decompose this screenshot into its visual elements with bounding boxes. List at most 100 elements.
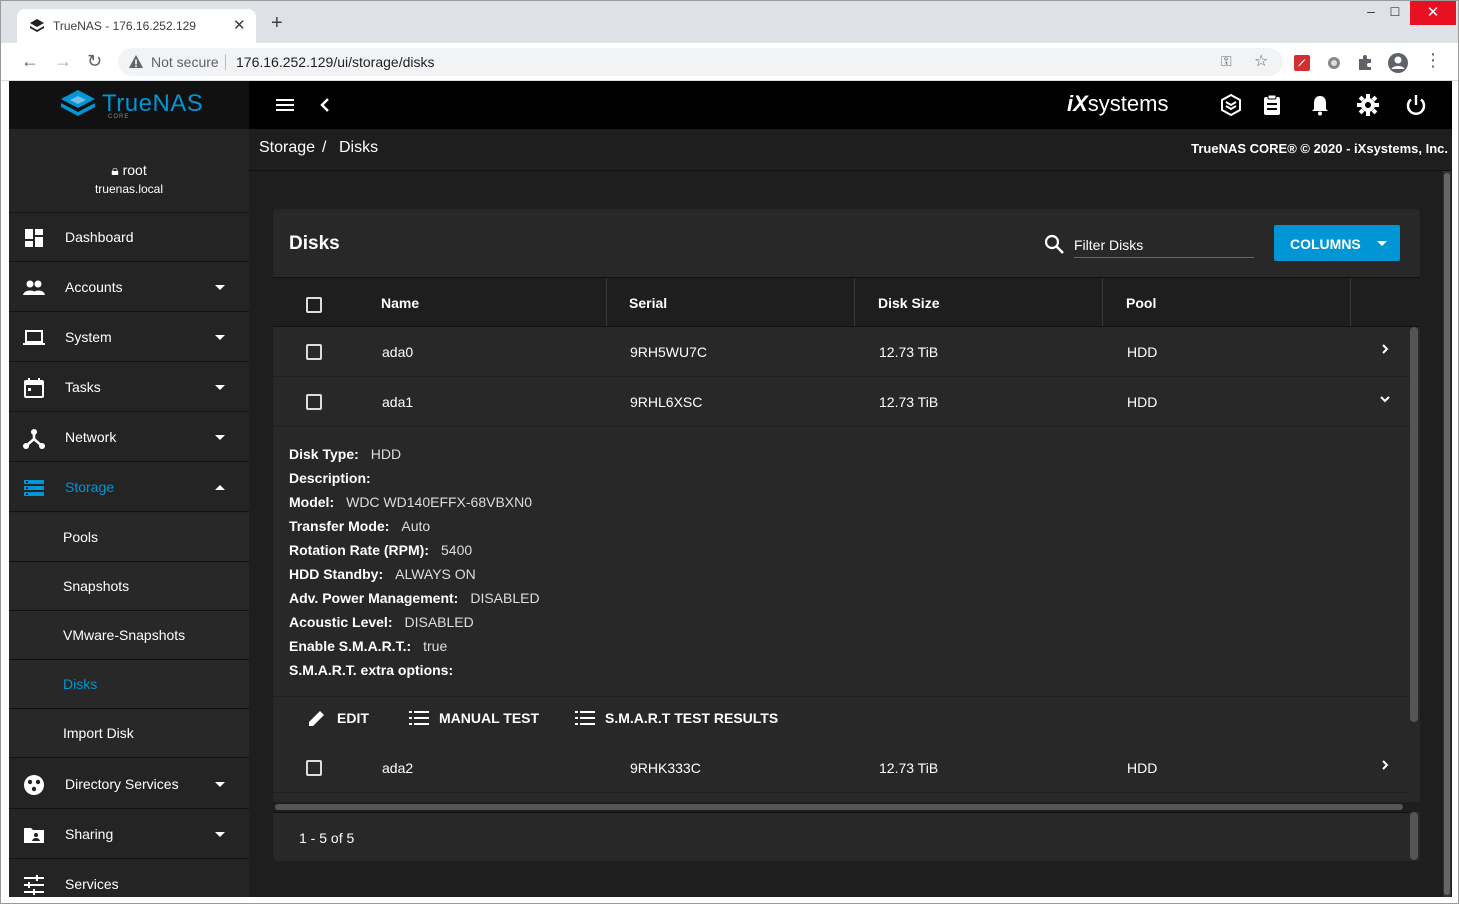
forward-icon[interactable]: → (54, 51, 72, 71)
cell-size: 12.73 TiB (879, 394, 939, 410)
window-close-icon[interactable]: ✕ (1410, 1, 1456, 25)
sidebar-subitem-vmware-snapshots[interactable]: VMware-Snapshots (9, 611, 249, 660)
table-footer: 1 - 5 of 5 (273, 812, 1410, 861)
tab-close-icon[interactable]: ✕ (233, 16, 246, 34)
url-separator (225, 54, 226, 70)
breadcrumb-storage[interactable]: Storage (259, 139, 315, 157)
new-tab-icon[interactable]: + (271, 13, 283, 33)
collapse-sidebar-icon[interactable] (313, 93, 337, 117)
sidebar-item-label: Network (65, 429, 117, 445)
expand-arrow-icon (215, 385, 225, 390)
manual-test-button-label: MANUAL TEST (439, 710, 540, 726)
hamburger-menu-icon[interactable] (273, 93, 297, 117)
chevron-down-icon (1377, 241, 1387, 246)
sidebar-subitem-import-disk[interactable]: Import Disk (9, 709, 249, 758)
sidebar-item-network[interactable]: Network (9, 413, 249, 462)
sidebar-item-directory-services[interactable]: Directory Services (9, 760, 249, 809)
row-checkbox[interactable] (306, 394, 322, 410)
sidebar-item-dashboard[interactable]: Dashboard (9, 213, 249, 262)
cell-pool: HDD (1127, 344, 1158, 360)
footer-scrollbar-thumb[interactable] (1410, 812, 1418, 860)
url-text[interactable]: 176.16.252.129/ui/storage/disks (236, 54, 434, 70)
key-icon[interactable]: ⚿ (1221, 53, 1232, 70)
cell-serial: 9RHK333C (630, 760, 701, 776)
settings-gear-icon[interactable] (1356, 93, 1380, 117)
table-vertical-scrollbar-thumb[interactable] (1410, 327, 1418, 722)
expand-arrow-icon (215, 832, 225, 837)
pdf-extension-icon[interactable] (1293, 54, 1311, 72)
profile-icon[interactable] (1387, 52, 1409, 74)
columns-button[interactable]: COLUMNS (1274, 225, 1400, 261)
column-header-serial[interactable]: Serial (629, 295, 667, 311)
breadcrumb: Storage / Disks TrueNAS CORE® © 2020 - i… (249, 129, 1452, 171)
maximize-icon[interactable]: ☐ (1381, 5, 1409, 19)
list-icon (409, 711, 429, 725)
sidebar-item-sharing[interactable]: Sharing (9, 810, 249, 859)
logo-area[interactable]: TrueNAS CORE (9, 81, 249, 129)
browser-tab[interactable]: TrueNAS - 176.16.252.129 ✕ (17, 9, 256, 43)
column-divider[interactable] (606, 278, 607, 326)
horizontal-scrollbar-thumb[interactable] (275, 804, 1403, 810)
security-label: Not secure (151, 54, 219, 70)
expand-arrow-icon (215, 435, 225, 440)
column-divider[interactable] (854, 278, 855, 326)
page-vertical-scrollbar[interactable] (1443, 171, 1451, 897)
sidebar-subitem-pools[interactable]: Pools (9, 513, 249, 562)
puzzle-extension-icon[interactable] (1356, 54, 1374, 72)
page-title: Disks (289, 233, 340, 254)
sidebar-item-label: Dashboard (65, 229, 134, 245)
chevron-right-icon[interactable] (1377, 341, 1393, 357)
chevron-down-icon[interactable] (1377, 391, 1393, 407)
column-header-disk-size[interactable]: Disk Size (878, 295, 939, 311)
columns-button-label: COLUMNS (1290, 236, 1361, 252)
select-all-checkbox[interactable] (306, 297, 322, 313)
chevron-right-icon[interactable] (1377, 757, 1393, 773)
table-row[interactable]: ada1 9RHL6XSC 12.73 TiB HDD (273, 377, 1410, 427)
browser-toolbar: ← → ↻ Not secure 176.16.252.129/ui/stora… (1, 43, 1458, 81)
sidebar-item-tasks[interactable]: Tasks (9, 363, 249, 412)
cell-name: ada2 (382, 760, 414, 776)
cell-size: 12.73 TiB (879, 344, 939, 360)
table-row[interactable]: ada0 9RH5WU7C 12.73 TiB HDD (273, 327, 1410, 377)
clipboard-icon[interactable] (1260, 93, 1284, 117)
cell-pool: HDD (1127, 760, 1158, 776)
table-row[interactable]: ada2 9RHK333C 12.73 TiB HDD (273, 743, 1410, 793)
page-scrollbar-thumb[interactable] (1444, 173, 1450, 895)
row-checkbox[interactable] (306, 760, 322, 776)
row-checkbox[interactable] (306, 344, 322, 360)
detail-acoustic-level: Acoustic Level: DISABLED (289, 614, 474, 630)
column-header-pool[interactable]: Pool (1126, 295, 1156, 311)
sidebar-item-storage[interactable]: Storage (9, 463, 249, 512)
table-header: Name Serial Disk Size Pool (273, 277, 1420, 327)
circle-extension-icon[interactable] (1325, 54, 1343, 72)
browser-menu-icon[interactable]: ⋮ (1424, 50, 1442, 70)
logo-subtitle: CORE (108, 114, 130, 120)
warning-icon (129, 55, 143, 68)
truenas-logo-icon (61, 90, 95, 116)
horizontal-scrollbar[interactable] (273, 802, 1420, 812)
power-icon[interactable] (1404, 93, 1428, 117)
sidebar-subitem-label: Import Disk (63, 725, 134, 741)
address-bar[interactable]: Not secure 176.16.252.129/ui/storage/dis… (118, 48, 1283, 76)
laptop-icon (23, 330, 45, 345)
expand-arrow-icon (215, 782, 225, 787)
detail-enable-smart: Enable S.M.A.R.T.: true (289, 638, 448, 654)
column-divider[interactable] (1350, 278, 1351, 326)
folder-share-icon (24, 828, 44, 843)
sidebar-subitem-label: Pools (63, 529, 99, 545)
notifications-bell-icon[interactable] (1308, 93, 1332, 117)
ixsystems-logo[interactable]: iXsystems (1067, 91, 1168, 117)
back-icon[interactable]: ← (21, 51, 39, 71)
filter-disks-input[interactable] (1074, 233, 1254, 258)
sidebar-subitem-snapshots[interactable]: Snapshots (9, 562, 249, 611)
sidebar-subitem-disks[interactable]: Disks (9, 660, 249, 709)
star-icon[interactable]: ☆ (1254, 51, 1268, 71)
sidebar-item-services[interactable]: Services (9, 860, 249, 897)
column-divider[interactable] (1102, 278, 1103, 326)
sidebar-item-system[interactable]: System (9, 313, 249, 362)
reload-icon[interactable]: ↻ (87, 51, 102, 71)
sidebar-item-accounts[interactable]: Accounts (9, 263, 249, 312)
detail-transfer-mode: Transfer Mode: Auto (289, 518, 431, 534)
column-header-name[interactable]: Name (381, 295, 419, 311)
truecommand-icon[interactable] (1219, 93, 1243, 117)
